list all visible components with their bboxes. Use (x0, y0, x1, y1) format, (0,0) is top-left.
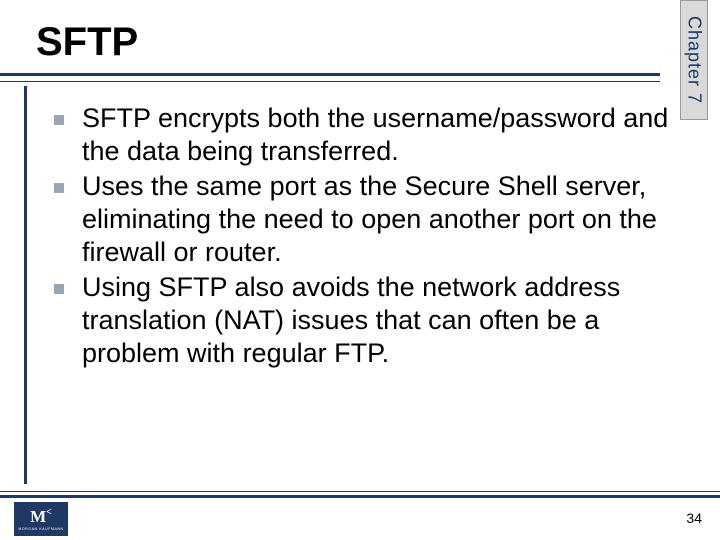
title-underline-thin (0, 81, 660, 82)
bullet-icon (54, 115, 64, 125)
list-item: Using SFTP also avoids the network addre… (54, 271, 674, 370)
title-block: SFTP (0, 16, 660, 76)
footer-rule-thick (0, 495, 720, 498)
publisher-logo: M< MORGAN KAUFMANN (14, 502, 68, 536)
chapter-label: Chapter 7 (684, 16, 705, 104)
bullet-icon (54, 183, 64, 193)
bullet-text: Uses the same port as the Secure Shell s… (82, 170, 674, 269)
page-number: 34 (686, 510, 702, 526)
list-item: SFTP encrypts both the username/password… (54, 102, 674, 168)
list-item: Uses the same port as the Secure Shell s… (54, 170, 674, 269)
logo-subtext: MORGAN KAUFMANN (18, 527, 63, 531)
bullet-text: SFTP encrypts both the username/password… (82, 102, 674, 168)
footer-rule-thin (0, 491, 720, 492)
title-underline-thick (0, 73, 660, 76)
slide: Chapter 7 SFTP SFTP encrypts both the us… (0, 0, 720, 540)
slide-title: SFTP (36, 20, 138, 65)
vertical-accent-bar (24, 86, 27, 484)
content-area: SFTP encrypts both the username/password… (54, 102, 674, 372)
bullet-icon (54, 284, 64, 294)
chapter-tab: Chapter 7 (680, 0, 708, 120)
logo-main: M< (30, 508, 52, 525)
bullet-text: Using SFTP also avoids the network addre… (82, 271, 674, 370)
